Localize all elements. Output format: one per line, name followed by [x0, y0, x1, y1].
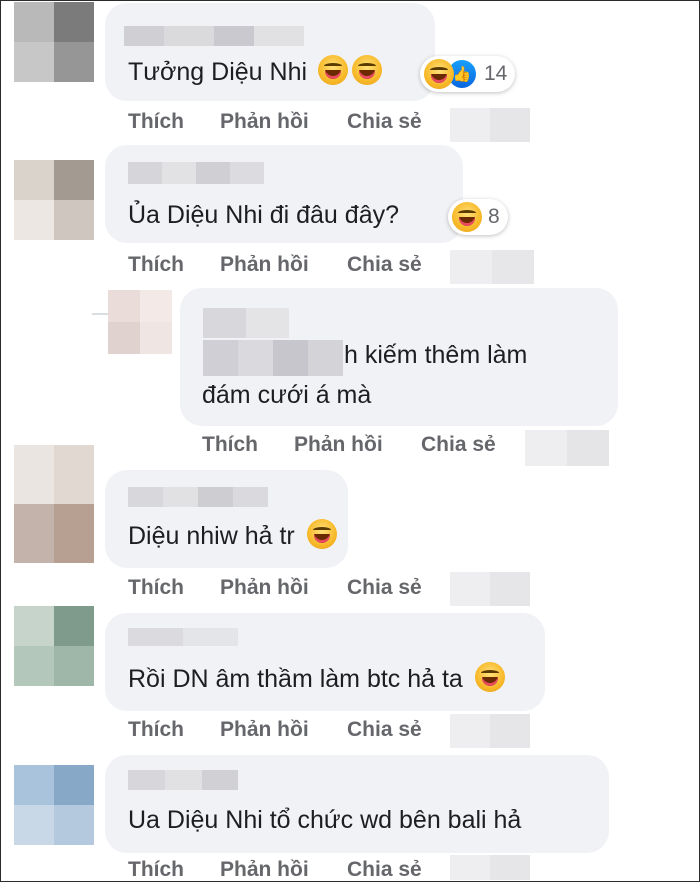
avatar[interactable]	[14, 445, 94, 563]
share-button[interactable]: Chia sẻ	[347, 110, 422, 134]
reaction-summary[interactable]: 👍 14	[420, 56, 516, 92]
share-button[interactable]: Chia sẻ	[347, 858, 422, 882]
comment-text-line-1: h kiếm thêm làm	[344, 341, 528, 369]
laughing-emoji	[424, 59, 454, 89]
like-button[interactable]: Thích	[128, 858, 220, 882]
comment-actions: Thích Phản hồi Chia sẻ	[128, 718, 422, 742]
share-button[interactable]: Chia sẻ	[347, 718, 422, 742]
commenter-name-blurred[interactable]	[203, 308, 289, 338]
comment-text-line-2: đám cưới á mà	[202, 381, 372, 409]
timestamp-blurred	[525, 430, 609, 466]
reply-button[interactable]: Phản hồi	[220, 858, 347, 882]
like-button[interactable]: Thích	[128, 253, 220, 277]
comment-text: Rồi DN âm thầm làm btc hả ta	[128, 660, 505, 698]
reply-button[interactable]: Phản hồi	[220, 718, 347, 742]
comment-actions: Thích Phản hồi Chia sẻ	[128, 858, 422, 882]
timestamp-blurred	[450, 855, 530, 880]
comment-text: Diệu nhiw hả tr	[128, 517, 337, 555]
commenter-name-blurred[interactable]	[128, 770, 238, 790]
laughing-emoji	[474, 662, 505, 692]
avatar[interactable]	[14, 765, 94, 845]
share-button[interactable]: Chia sẻ	[347, 576, 422, 600]
share-button[interactable]: Chia sẻ	[421, 433, 496, 457]
commenter-name-blurred[interactable]	[128, 487, 268, 507]
commenter-name-blurred[interactable]	[128, 628, 238, 646]
comment-actions: Thích Phản hồi Chia sẻ	[128, 253, 422, 277]
reaction-count: 8	[488, 205, 500, 228]
comment-actions: Thích Phản hồi Chia sẻ	[128, 110, 422, 134]
reply-button[interactable]: Phản hồi	[220, 576, 347, 600]
avatar[interactable]	[14, 606, 94, 686]
reply-button[interactable]: Phản hồi	[220, 110, 347, 134]
comment-text: Ua Diệu Nhi tổ chức wd bên bali hả	[128, 806, 522, 834]
share-button[interactable]: Chia sẻ	[347, 253, 422, 277]
timestamp-blurred	[450, 108, 530, 142]
reaction-count: 14	[484, 62, 508, 85]
reply-button[interactable]: Phản hồi	[220, 253, 347, 277]
timestamp-blurred	[450, 572, 530, 606]
comment-text-blurred	[203, 340, 343, 376]
like-button[interactable]: Thích	[128, 110, 220, 134]
comment-actions: Thích Phản hồi Chia sẻ	[128, 576, 422, 600]
like-button[interactable]: Thích	[128, 718, 220, 742]
laughing-emoji	[351, 55, 382, 85]
comment-actions: Thích Phản hồi Chia sẻ	[202, 433, 496, 457]
avatar[interactable]	[14, 2, 94, 82]
comment-text: Tưởng Diệu Nhi	[128, 53, 382, 91]
laughing-emoji	[317, 55, 348, 85]
avatar[interactable]	[108, 290, 172, 354]
like-button[interactable]: Thích	[202, 433, 294, 457]
laughing-emoji	[306, 519, 337, 549]
comment-text: Ủa Diệu Nhi đi đâu đây?	[128, 201, 399, 229]
timestamp-blurred	[450, 250, 534, 284]
timestamp-blurred	[450, 714, 530, 748]
commenter-name-blurred[interactable]	[128, 162, 264, 184]
commenter-name-blurred[interactable]	[124, 26, 304, 46]
avatar[interactable]	[14, 160, 94, 240]
reaction-summary[interactable]: 8	[448, 199, 508, 235]
like-button[interactable]: Thích	[128, 576, 220, 600]
laughing-emoji	[452, 202, 482, 232]
reply-button[interactable]: Phản hồi	[294, 433, 421, 457]
